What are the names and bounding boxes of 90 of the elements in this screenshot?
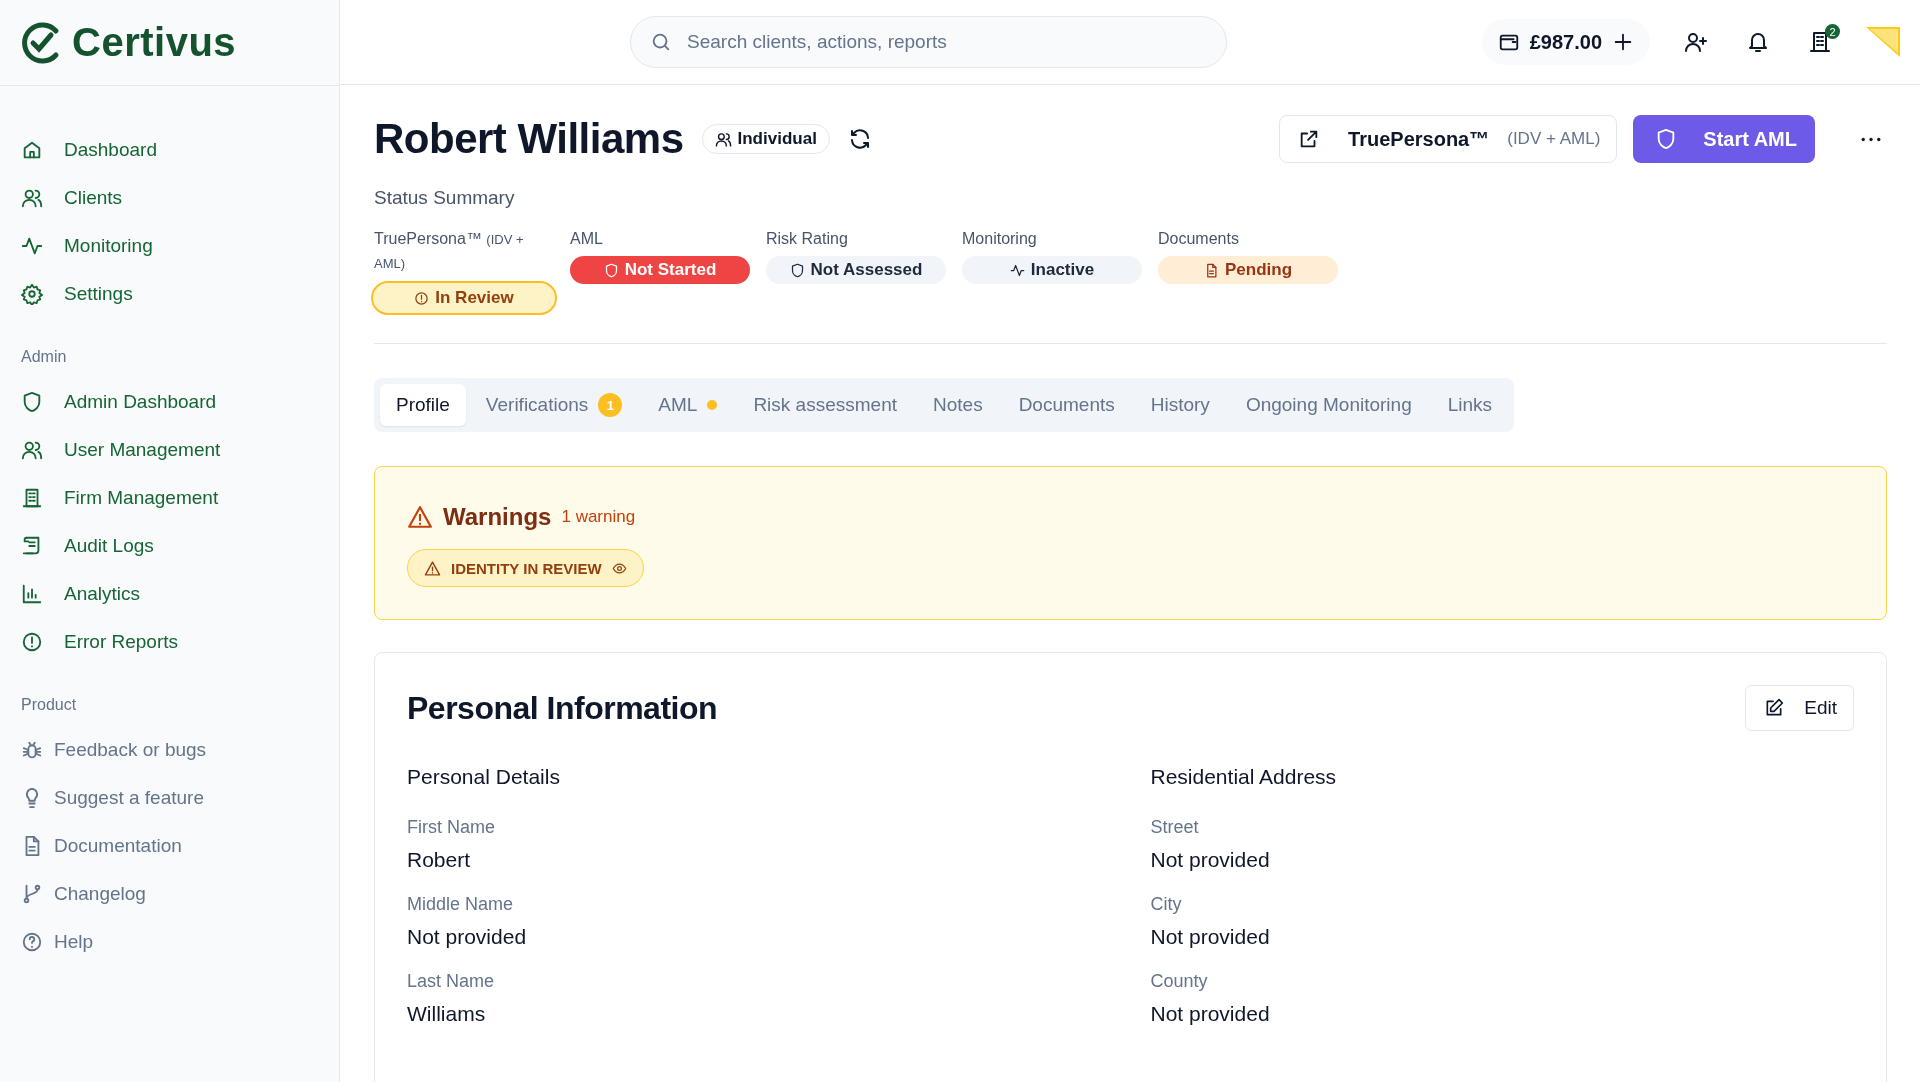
client-name: Robert Williams	[374, 115, 684, 163]
status-label: Risk Rating	[766, 229, 849, 249]
bell-icon	[1746, 30, 1770, 54]
warning-count: 1 warning	[561, 507, 636, 527]
tab[interactable]: Ongoing Monitoring	[1229, 384, 1428, 426]
tab[interactable]: Documents	[1002, 384, 1131, 426]
balance-button[interactable]: £987.00	[1481, 19, 1650, 65]
sidebar-item[interactable]: User Management	[21, 426, 221, 474]
edit-icon	[1764, 698, 1785, 718]
field-label: First Name	[407, 817, 496, 838]
alert-icon	[414, 290, 430, 306]
sidebar-item[interactable]: Settings	[21, 270, 133, 318]
status-label: TruePersona™ (IDV + AML)	[374, 229, 525, 273]
edit-button[interactable]: Edit	[1745, 685, 1854, 731]
sidebar-item[interactable]: Audit Logs	[21, 522, 154, 570]
shield-icon	[603, 262, 619, 278]
sidebar-item[interactable]: Dashboard	[21, 126, 157, 174]
status-pill: Pending	[1158, 256, 1338, 284]
sidebar-item[interactable]: Admin Dashboard	[21, 378, 217, 426]
warning-tag[interactable]: IDENTITY IN REVIEW	[407, 549, 644, 587]
add-user-icon	[1684, 30, 1708, 54]
tab[interactable]: Verifications 1	[469, 384, 639, 426]
users-icon	[714, 130, 732, 148]
tab[interactable]: Notes	[917, 384, 999, 426]
tab[interactable]: AML	[642, 384, 734, 426]
tab[interactable]: Profile	[380, 384, 466, 426]
sidebar-item[interactable]: Analytics	[21, 570, 141, 618]
field-label: Middle Name	[407, 894, 515, 915]
bar-chart-icon	[21, 583, 43, 605]
bug-icon	[21, 739, 43, 761]
status-pill: Inactive	[962, 256, 1142, 284]
truepersona-button[interactable]: TruePersona™ (IDV + AML)	[1279, 115, 1618, 163]
shield-icon	[789, 262, 805, 278]
status-label: AML	[570, 229, 604, 249]
status-pill: In Review	[371, 281, 557, 315]
start-aml-button[interactable]: Start AML	[1633, 115, 1815, 163]
status-pill: Not Started	[570, 256, 750, 284]
logo-text: Certivus	[72, 20, 237, 65]
users-icon	[21, 439, 43, 461]
eye-icon	[611, 560, 627, 576]
plus-icon	[1612, 31, 1634, 53]
field-value: Not provided	[1150, 925, 1271, 949]
activity-icon	[1009, 262, 1025, 278]
section-title: Status Summary	[374, 187, 516, 209]
alert-icon	[21, 631, 43, 653]
field-value: Not provided	[407, 925, 528, 949]
section-heading: Admin	[21, 348, 68, 366]
sidebar-item[interactable]: Feedback or bugs	[21, 726, 207, 774]
search-field[interactable]: Search clients, actions, reports	[630, 16, 1227, 68]
home-icon	[21, 139, 43, 161]
sidebar-item[interactable]: Help	[21, 918, 94, 966]
status-label: Monitoring	[962, 229, 1038, 249]
field-value: Robert	[407, 848, 472, 872]
shield-icon	[21, 391, 43, 413]
sidebar-item[interactable]: Firm Management	[21, 474, 219, 522]
sidebar-item[interactable]: Error Reports	[21, 618, 179, 666]
field-value: Not provided	[1150, 848, 1271, 872]
tab[interactable]: Links	[1431, 384, 1509, 426]
sidebar-item[interactable]: Changelog	[21, 870, 146, 918]
field-value: Not provided	[1150, 1002, 1271, 1026]
card-title: Personal Information	[407, 689, 718, 727]
sidebar-item[interactable]: Clients	[21, 174, 123, 222]
subsection-title: Personal Details	[407, 765, 561, 789]
count-badge: 2	[1825, 24, 1840, 39]
status-pill: Not Assessed	[766, 256, 946, 284]
tab[interactable]: Risk assessment	[737, 384, 913, 426]
field-label: Street	[1150, 817, 1200, 838]
count-badge: 1	[598, 393, 623, 417]
more-icon	[1861, 136, 1881, 142]
building-icon	[1808, 30, 1832, 54]
sidebar-item[interactable]: Documentation	[21, 822, 182, 870]
subsection-title: Residential Address	[1150, 765, 1338, 789]
activity-icon	[21, 235, 43, 257]
field-label: City	[1150, 894, 1183, 915]
status-label: Documents	[1158, 229, 1240, 249]
users-icon	[21, 187, 43, 209]
warning-icon	[407, 504, 433, 530]
field-label: County	[1150, 971, 1209, 992]
field-label: Last Name	[407, 971, 496, 992]
field-value: Williams	[407, 1002, 487, 1026]
help-icon	[21, 931, 43, 953]
branch-icon	[21, 883, 43, 905]
section-heading: Product	[21, 696, 78, 714]
warning-icon	[424, 559, 441, 577]
settings-icon	[21, 283, 43, 305]
building-icon	[21, 487, 43, 509]
sidebar-item[interactable]: Suggest a feature	[21, 774, 204, 822]
card-title: Warnings	[443, 503, 552, 531]
sidebar-item[interactable]: Monitoring	[21, 222, 153, 270]
tab[interactable]: History	[1134, 384, 1226, 426]
